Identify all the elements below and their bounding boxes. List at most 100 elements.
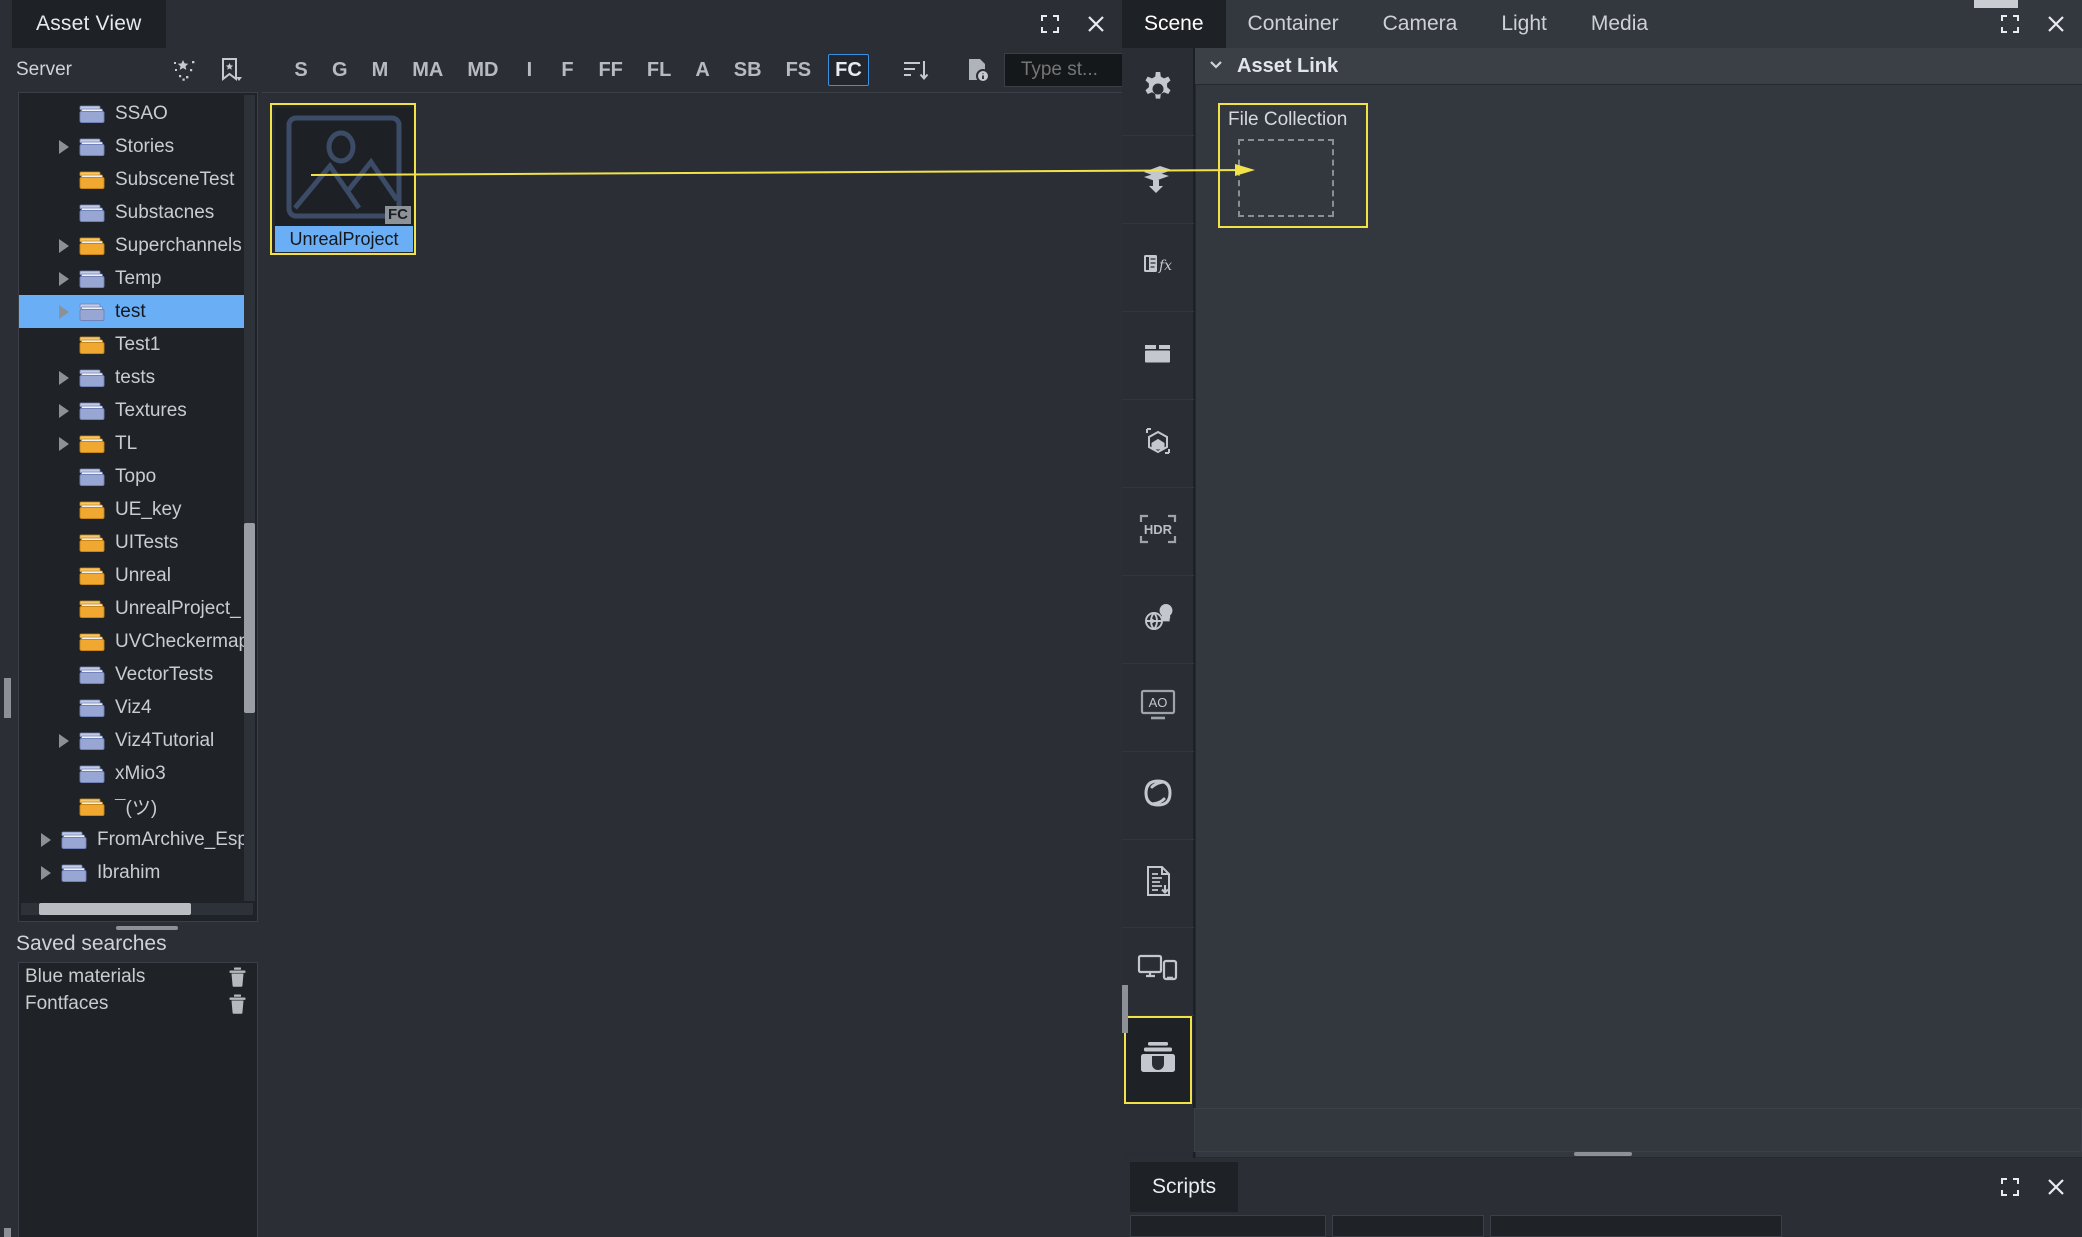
maximize-icon[interactable] (1038, 12, 1062, 36)
filter-button-fs[interactable]: FS (779, 54, 819, 86)
saved-search-item[interactable]: Blue materials (19, 963, 257, 990)
rail-button-global-light[interactable] (1122, 576, 1194, 664)
rail-button-effects-fx[interactable]: fx (1122, 224, 1194, 312)
expand-arrow-icon[interactable] (51, 328, 77, 361)
filter-button-m[interactable]: M (365, 54, 396, 86)
expand-arrow-icon[interactable] (51, 625, 77, 658)
rail-button-gear[interactable] (1122, 48, 1194, 136)
expand-arrow-icon[interactable] (51, 295, 77, 328)
saved-search-item[interactable]: Fontfaces (19, 990, 257, 1017)
tab-asset-view[interactable]: Asset View (12, 0, 166, 48)
tree-item-fromarchive-esp[interactable]: FromArchive_Esp (19, 823, 251, 856)
tree-vscrollbar-thumb[interactable] (244, 523, 255, 713)
trash-icon[interactable] (228, 967, 247, 987)
tree-item-ibrahim[interactable]: Ibrahim (19, 856, 251, 889)
tree-hscrollbar-thumb[interactable] (39, 903, 191, 915)
trash-icon[interactable] (228, 994, 247, 1014)
tree-item-subscenetest[interactable]: SubsceneTest (19, 163, 251, 196)
tree-item-vectortests[interactable]: VectorTests (19, 658, 251, 691)
expand-arrow-icon[interactable] (51, 724, 77, 757)
expand-arrow-icon[interactable] (51, 757, 77, 790)
tree-item-xmio3[interactable]: xMio3 (19, 757, 251, 790)
rail-button-multi-display[interactable] (1122, 928, 1194, 1016)
expand-arrow-icon[interactable] (51, 229, 77, 262)
maximize-icon[interactable] (1998, 12, 2022, 36)
tree-item-textures[interactable]: Textures (19, 394, 251, 427)
filter-button-i[interactable]: I (515, 54, 543, 86)
rail-scrollbar-thumb[interactable] (1122, 985, 1128, 1033)
rail-button-object-add[interactable] (1122, 400, 1194, 488)
rail-button-background[interactable] (1122, 312, 1194, 400)
maximize-icon[interactable] (1998, 1175, 2022, 1199)
file-collection-drop-zone[interactable] (1238, 139, 1334, 217)
expand-arrow-icon[interactable] (51, 592, 77, 625)
filter-button-f[interactable]: F (553, 54, 581, 86)
sidebar-edge-scrollbar[interactable] (4, 678, 11, 718)
filter-button-ma[interactable]: MA (405, 54, 450, 86)
rail-button-motion-blur[interactable] (1122, 752, 1194, 840)
tree-item-viz4[interactable]: Viz4 (19, 691, 251, 724)
panel-resize-grip[interactable] (1574, 1152, 1632, 1156)
filter-button-sb[interactable]: SB (727, 54, 769, 86)
tree-item-unrealproject[interactable]: UnrealProject_ (19, 592, 251, 625)
tree-item-uvcheckermap[interactable]: UVCheckermap (19, 625, 251, 658)
asset-grid[interactable]: FC UnrealProject (262, 92, 1122, 1237)
tree-item-test[interactable]: test (19, 295, 251, 328)
rail-button-ambient-occlusion[interactable]: AO (1122, 664, 1194, 752)
expand-arrow-icon[interactable] (51, 130, 77, 163)
server-folder-tree[interactable]: SSAO Stories SubsceneTest Substacnes Sup… (18, 92, 258, 922)
sort-descending-icon[interactable] (900, 53, 930, 87)
chevron-down-icon[interactable] (1207, 55, 1225, 78)
filter-button-fc[interactable]: FC (828, 54, 869, 86)
magic-filter-icon[interactable] (168, 54, 200, 86)
filter-button-g[interactable]: G (325, 54, 355, 86)
rail-button-transform[interactable] (1122, 136, 1194, 224)
tree-item-tl[interactable]: TL (19, 427, 251, 460)
expand-arrow-icon[interactable] (51, 460, 77, 493)
expand-arrow-icon[interactable] (51, 97, 77, 130)
expand-arrow-icon[interactable] (51, 493, 77, 526)
tab-container[interactable]: Container (1226, 0, 1361, 48)
tree-item-test1[interactable]: Test1 (19, 328, 251, 361)
rail-button-hdr[interactable]: HDR (1122, 488, 1194, 576)
tree-item-viz4tutorial[interactable]: Viz4Tutorial (19, 724, 251, 757)
tab-light[interactable]: Light (1479, 0, 1569, 48)
filter-button-fl[interactable]: FL (640, 54, 678, 86)
expand-arrow-icon[interactable] (33, 823, 59, 856)
tree-item-ue-key[interactable]: UE_key (19, 493, 251, 526)
saved-searches-list[interactable]: Blue materials Fontfaces (18, 962, 258, 1237)
rail-button-script-import[interactable] (1122, 840, 1194, 928)
scripts-field-1[interactable] (1130, 1215, 1326, 1237)
file-collection-slot[interactable]: File Collection (1218, 103, 1368, 228)
close-icon[interactable] (2044, 1175, 2068, 1199)
expand-arrow-icon[interactable] (51, 526, 77, 559)
tab-scripts[interactable]: Scripts (1130, 1162, 1238, 1212)
tab-media[interactable]: Media (1569, 0, 1670, 48)
sidebar-splitter[interactable] (116, 926, 178, 930)
tree-item-ssao[interactable]: SSAO (19, 97, 251, 130)
document-info-icon[interactable] (962, 53, 992, 87)
tree-item-superchannels[interactable]: Superchannels (19, 229, 251, 262)
filter-button-a[interactable]: A (688, 54, 716, 86)
tree-item-[interactable]: ¯(ツ) (19, 790, 251, 823)
tab-scene[interactable]: Scene (1122, 0, 1226, 48)
expand-arrow-icon[interactable] (51, 658, 77, 691)
asset-card[interactable]: FC UnrealProject (270, 103, 416, 255)
expand-arrow-icon[interactable] (51, 790, 77, 823)
tree-item-unreal[interactable]: Unreal (19, 559, 251, 592)
expand-arrow-icon[interactable] (51, 394, 77, 427)
sidebar-edge-scrollbar-lower[interactable] (4, 1228, 11, 1237)
expand-arrow-icon[interactable] (51, 196, 77, 229)
filter-button-s[interactable]: S (287, 54, 315, 86)
close-icon[interactable] (2044, 12, 2068, 36)
tab-camera[interactable]: Camera (1361, 0, 1480, 48)
close-icon[interactable] (1084, 12, 1108, 36)
tree-item-temp[interactable]: Temp (19, 262, 251, 295)
asset-link-section-header[interactable]: Asset Link (1195, 48, 2082, 84)
filter-button-ff[interactable]: FF (591, 54, 629, 86)
tree-item-uitests[interactable]: UITests (19, 526, 251, 559)
expand-arrow-icon[interactable] (51, 427, 77, 460)
expand-arrow-icon[interactable] (51, 163, 77, 196)
scripts-field-2[interactable] (1332, 1215, 1484, 1237)
scripts-field-3[interactable] (1490, 1215, 1782, 1237)
